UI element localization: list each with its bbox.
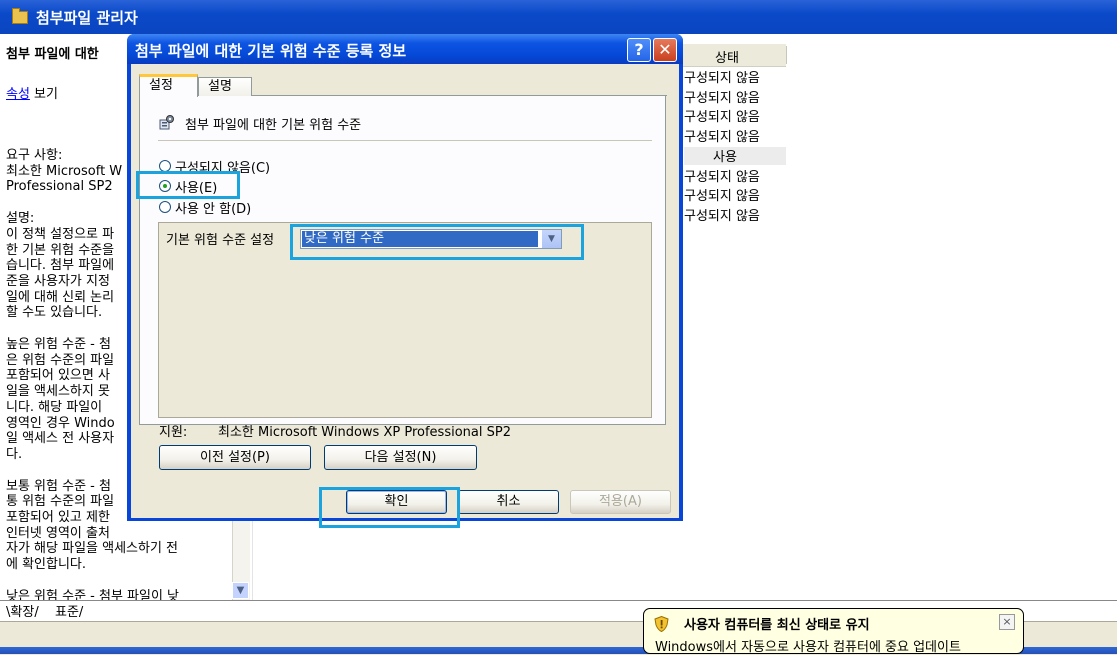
scroll-down-arrow-icon[interactable]: ▼ [232,582,249,599]
status-cell[interactable]: 구성되지 않음 [684,106,760,125]
highlight-enabled-radio [136,171,240,199]
description-line: 다. [6,446,23,462]
radio-disabled[interactable] [159,201,171,213]
description-line: 일을 액세스하지 못 [6,384,110,400]
description-line: 높은 위험 수준 - 첨 [6,337,111,352]
description-line: 습니다. 첨부 파일에 [6,258,115,274]
description-line: 영역인 경우 Windo [6,415,115,431]
description-line: 보통 위험 수준 - 첨 [6,478,111,494]
security-shield-icon [654,616,669,632]
description-line: 할 수도 있습니다. [6,305,103,321]
app-titlebar [0,0,1117,34]
policy-title: 첨부 파일에 대한 기본 위험 수준 [185,118,362,133]
description-line: 한 기본 위험 수준을 [6,242,115,258]
description-line: 이 정책 설정으로 파 [6,226,115,242]
description-line: 포함되어 있으면 사 [6,368,110,384]
description-line: 통 위험 수준의 파일 [6,494,115,510]
description-line: Professional SP2 [6,179,113,195]
description-line: 에 확인합니다. [6,557,87,573]
tab-explain[interactable]: 설명 [198,77,252,96]
status-cell[interactable]: 사용 [713,146,737,165]
tab-standard-label: 표준 [55,605,79,620]
description-line: 준을 사용자가 지정 [6,273,110,289]
status-column-header-label: 상태 [715,51,739,66]
properties-link-line: 속성 보기 [6,87,58,103]
status-cell[interactable]: 구성되지 않음 [684,205,760,224]
tab-extended-label: 확장 [10,605,35,620]
description-line: 일에 대해 신뢰 논리 [6,289,115,305]
tab-settings[interactable]: 설정 [139,74,198,97]
folder-icon [12,8,28,24]
dialog-title: 첨부 파일에 대한 기본 위험 수준 등록 정보 [135,42,407,60]
status-cell[interactable]: 구성되지 않음 [684,166,760,185]
supported-label: 지원: [159,425,188,440]
description-line: 요구 사항: [6,148,63,163]
description-line: 자가 해당 파일을 액세스하기 전 [6,541,179,557]
risk-level-label: 기본 위험 수준 설정 [166,233,275,248]
supported-value: 최소한 Microsoft Windows XP Professional SP… [218,425,511,440]
tab-extended[interactable]: \확장/ [6,601,39,620]
close-button[interactable]: ✕ [653,38,677,62]
cancel-button[interactable]: 취소 [458,490,559,514]
description-line: 인터넷 영역이 출처 [6,525,110,541]
status-cell[interactable]: 구성되지 않음 [684,126,760,145]
policy-separator [158,140,652,141]
policy-setting-icon [159,115,174,130]
tab-standard[interactable]: 표준/ [55,601,83,620]
status-cell[interactable]: 구성되지 않음 [684,67,760,86]
radio-disabled-label[interactable]: 사용 안 함(D) [175,198,251,217]
balloon-text: Windows에서 자동으로 사용자 컴퓨터에 중요 업데이트 [655,640,961,655]
status-cell[interactable]: 구성되지 않음 [684,185,760,204]
description-line: 포함되어 있고 제한 [6,510,110,525]
column-separator[interactable] [786,46,787,64]
description-heading: 첨부 파일에 대한 [6,47,99,62]
highlight-risk-level-select [290,224,584,260]
previous-setting-button[interactable]: 이전 설정(P) [159,445,311,470]
description-line: 일 액세스 전 사용자 [6,431,115,447]
description-line: 은 위험 수준의 파일 [6,352,115,368]
description-line: 최소한 Microsoft W [6,163,123,179]
description-line: 낮은 위험 수준 - 첨부 파일이 낮 [6,588,180,600]
balloon-title: 사용자 컴퓨터를 최신 상태로 유지 [684,618,870,633]
apply-button[interactable]: 적용(A) [570,490,671,514]
status-cell[interactable]: 구성되지 않음 [684,87,760,106]
description-line: 설명: [6,211,35,227]
properties-link[interactable]: 속성 [6,87,30,102]
highlight-ok-button [319,487,460,528]
balloon-close-icon[interactable]: × [999,614,1015,630]
app-title: 첨부파일 관리자 [36,9,138,27]
next-setting-button[interactable]: 다음 설정(N) [324,445,477,470]
description-line: 니다. 해당 파일이 [6,399,103,415]
help-button[interactable]: ? [627,38,651,62]
properties-link-suffix: 보기 [29,87,58,102]
